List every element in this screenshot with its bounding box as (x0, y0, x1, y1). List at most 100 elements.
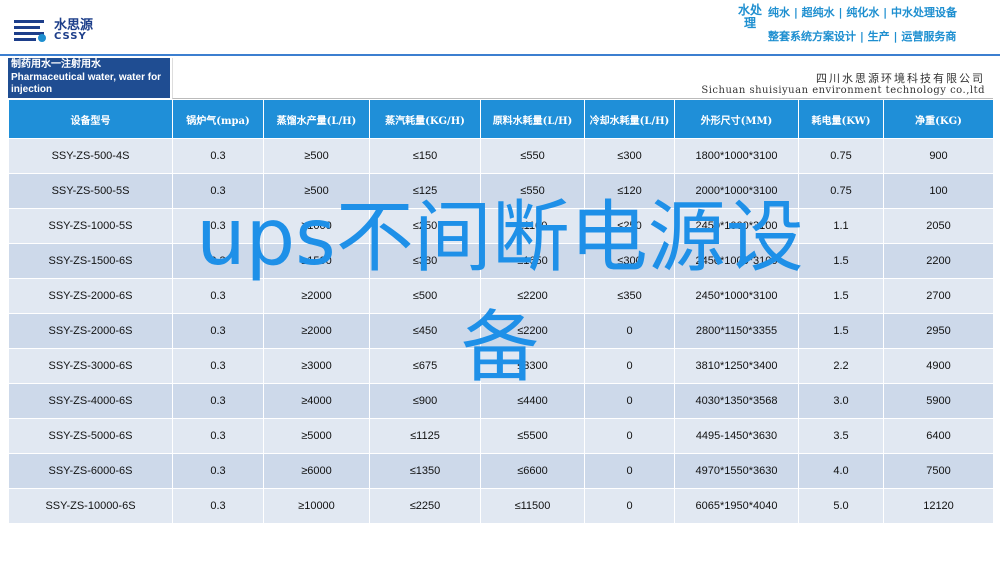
table-cell: 2450*1000*3100 (674, 278, 799, 314)
column-header: 蒸汽耗量(KG/H) (369, 99, 481, 139)
table-cell: 6400 (883, 418, 994, 454)
table-cell: ≤550 (480, 173, 585, 209)
table-cell: 2700 (883, 278, 994, 314)
table-row: SSY-ZS-500-4S 0.3 ≥500 ≤150 ≤550 ≤300 1800*100… (8, 138, 994, 174)
table-cell: 0.3 (172, 278, 264, 314)
table-cell: ≤5500 (480, 418, 585, 454)
table-cell: 0.3 (172, 138, 264, 174)
table-cell: 12120 (883, 488, 994, 524)
water-drop-logo-icon (14, 20, 46, 42)
table-cell: 0.3 (172, 418, 264, 454)
table-cell: 0 (584, 488, 675, 524)
table-cell: SSY-ZS-2000-6S (8, 313, 173, 349)
table-cell: ≤1100 (480, 208, 585, 244)
table-cell: ≥3000 (263, 348, 370, 384)
table-cell: 2950 (883, 313, 994, 349)
table-cell: 4970*1550*3630 (674, 453, 799, 489)
brand-logo[interactable]: 水思源 CSSY (14, 14, 134, 46)
table-cell: 0.3 (172, 208, 264, 244)
table-cell: 3.0 (798, 383, 884, 419)
table-cell: ≤250 (369, 208, 481, 244)
column-header: 设备型号 (8, 99, 173, 139)
table-cell: 0.75 (798, 173, 884, 209)
table-cell: 0.75 (798, 138, 884, 174)
table-cell: SSY-ZS-1500-6S (8, 243, 173, 279)
table-cell: 100 (883, 173, 994, 209)
table-cell: 5.0 (798, 488, 884, 524)
company-block: 四川水思源环境科技有限公司 Sichuan shuisiyuan environ… (172, 58, 993, 99)
table-cell: 2800*1150*3355 (674, 313, 799, 349)
table-cell: 4495-1450*3630 (674, 418, 799, 454)
table-cell: ≤120 (584, 173, 675, 209)
column-header: 锅炉气(mpa) (172, 99, 264, 139)
column-header: 冷却水耗量(L/H) (584, 99, 675, 139)
table-cell: 3810*1250*3400 (674, 348, 799, 384)
table-cell: ≤1650 (480, 243, 585, 279)
slogan-line-2: 整套系统方案设计 | 生产 | 运营服务商 (768, 30, 957, 43)
table-cell: ≥10000 (263, 488, 370, 524)
table-cell: 0 (584, 383, 675, 419)
table-row: SSY-ZS-1500-6S 0.3 ≥1500 ≤380 ≤1650 ≤300 2450*… (8, 243, 994, 279)
table-cell: 1.1 (798, 208, 884, 244)
table-row: SSY-ZS-2000-6S 0.3 ≥2000 ≤450 ≤2200 0 2800*115… (8, 313, 994, 349)
column-header: 净重(KG) (883, 99, 994, 139)
brand-name-en: CSSY (54, 31, 87, 42)
table-row: SSY-ZS-3000-6S 0.3 ≥3000 ≤675 ≤3300 0 3810*125… (8, 348, 994, 384)
table-cell: ≤11500 (480, 488, 585, 524)
table-cell: 0.3 (172, 348, 264, 384)
table-cell: 6065*1950*4040 (674, 488, 799, 524)
table-cell: ≤450 (369, 313, 481, 349)
slogan-line-1: 纯水 | 超纯水 | 纯化水 | 中水处理设备 (768, 6, 958, 19)
table-cell: 0.3 (172, 313, 264, 349)
table-cell: SSY-ZS-500-4S (8, 138, 173, 174)
table-cell: 0 (584, 453, 675, 489)
table-row: SSY-ZS-1000-5S 0.3 ≥1000 ≤250 ≤1100 ≤250 2450*… (8, 208, 994, 244)
table-cell: 1800*1000*3100 (674, 138, 799, 174)
table-cell: 0.3 (172, 488, 264, 524)
table-cell: ≤350 (584, 278, 675, 314)
table-cell: SSY-ZS-5000-6S (8, 418, 173, 454)
table-row: SSY-ZS-2000-6S 0.3 ≥2000 ≤500 ≤2200 ≤350 2450*… (8, 278, 994, 314)
table-cell: ≤300 (584, 243, 675, 279)
table-cell: 900 (883, 138, 994, 174)
table-cell: ≤675 (369, 348, 481, 384)
table-cell: 0 (584, 348, 675, 384)
table-cell: ≤4400 (480, 383, 585, 419)
table-cell: ≤125 (369, 173, 481, 209)
table-cell: 2.2 (798, 348, 884, 384)
table-cell: ≤150 (369, 138, 481, 174)
table-cell: 1.5 (798, 278, 884, 314)
table-cell: 0.3 (172, 383, 264, 419)
table-cell: ≥5000 (263, 418, 370, 454)
column-header: 蒸馏水产量(L/H) (263, 99, 370, 139)
table-cell: 2050 (883, 208, 994, 244)
table-cell: SSY-ZS-500-5S (8, 173, 173, 209)
table-cell: 1.5 (798, 243, 884, 279)
table-cell: 2450*1000*3100 (674, 208, 799, 244)
table-cell: SSY-ZS-6000-6S (8, 453, 173, 489)
table-cell: ≤3300 (480, 348, 585, 384)
document-title-en-1: Pharmaceutical water, water for (11, 71, 162, 83)
table-cell: 0.3 (172, 243, 264, 279)
table-cell: ≥4000 (263, 383, 370, 419)
table-cell: 4030*1350*3568 (674, 383, 799, 419)
company-name-cn: 四川水思源环境科技有限公司 (816, 72, 985, 85)
table-header-row: 设备型号 锅炉气(mpa) 蒸馏水产量(L/H) 蒸汽耗量(KG/H) 原料水耗… (8, 99, 994, 139)
table-cell: ≤900 (369, 383, 481, 419)
table-cell: SSY-ZS-1000-5S (8, 208, 173, 244)
table-cell: ≤500 (369, 278, 481, 314)
document-title-block: 制药用水一注射用水 Pharmaceutical water, water fo… (8, 58, 170, 98)
table-cell: ≥6000 (263, 453, 370, 489)
table-cell: 0 (584, 418, 675, 454)
table-cell: ≤250 (584, 208, 675, 244)
column-header: 耗电量(KW) (798, 99, 884, 139)
table-cell: ≥2000 (263, 313, 370, 349)
table-cell: ≤380 (369, 243, 481, 279)
table-row: SSY-ZS-6000-6S 0.3 ≥6000 ≤1350 ≤6600 0 4970*15… (8, 453, 994, 489)
table-cell: SSY-ZS-10000-6S (8, 488, 173, 524)
table-cell: 2450*1000*3100 (674, 243, 799, 279)
table-cell: 2200 (883, 243, 994, 279)
table-cell: 3.5 (798, 418, 884, 454)
table-cell: 0 (584, 313, 675, 349)
table-row: SSY-ZS-4000-6S 0.3 ≥4000 ≤900 ≤4400 0 4030*135… (8, 383, 994, 419)
